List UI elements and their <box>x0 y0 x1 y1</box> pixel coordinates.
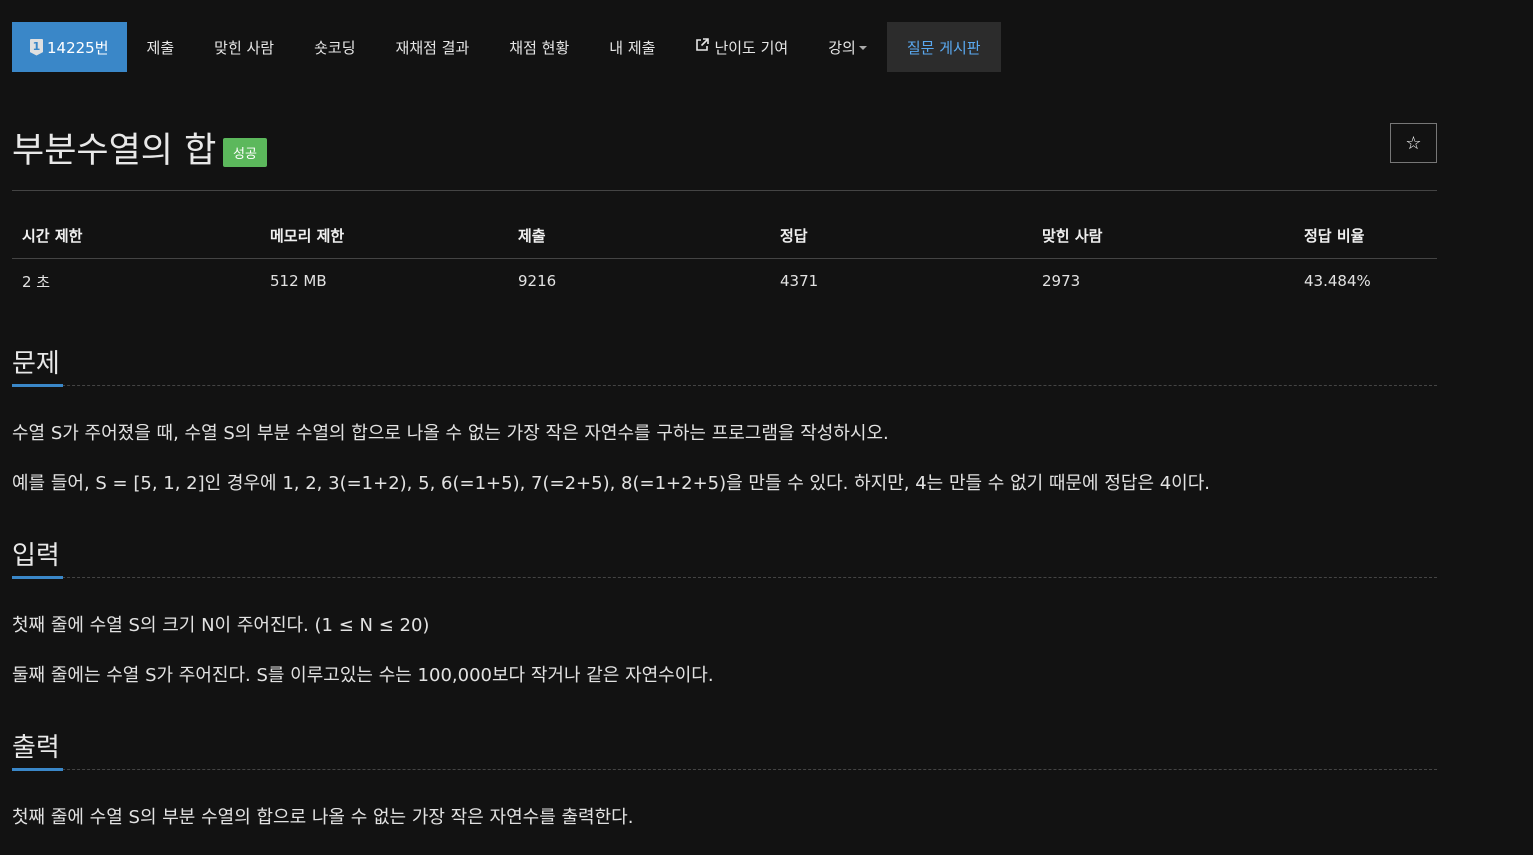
page: 1 14225번 제출 맞힌 사람 숏코딩 재채점 결과 채점 현황 내 제출 … <box>0 0 1533 855</box>
nav-question-board[interactable]: 질문 게시판 <box>886 22 1001 72</box>
caret-down-icon <box>858 46 867 50</box>
nav-solvers[interactable]: 맞힌 사람 <box>194 22 294 72</box>
info-header-row: 시간 제한 메모리 제한 제출 정답 맞힌 사람 정답 비율 <box>12 213 1437 259</box>
problem-nav: 1 14225번 제출 맞힌 사람 숏코딩 재채점 결과 채점 현황 내 제출 … <box>12 22 1001 72</box>
star-icon: ☆ <box>1405 132 1422 154</box>
problem-header: 부분수열의 합 성공 ☆ <box>12 118 1437 191</box>
section-input: 입력 첫째 줄에 수열 S의 크기 N이 주어진다. (1 ≤ N ≤ 20) … <box>12 535 1437 690</box>
header-submissions: 제출 <box>508 213 770 259</box>
description-paragraph: 예를 들어, S = [5, 1, 2]인 경우에 1, 2, 3(=1+2),… <box>12 473 1211 494</box>
input-paragraph: 둘째 줄에는 수열 S가 주어진다. S를 이루고있는 수는 100,000보다… <box>12 665 714 686</box>
section-title: 출력 <box>12 733 60 763</box>
section-underline <box>12 384 63 387</box>
header-memory-limit: 메모리 제한 <box>260 213 508 259</box>
description-paragraph: 수열 S가 주어졌을 때, 수열 S의 부분 수열의 합으로 나올 수 없는 가… <box>12 423 889 444</box>
nav-my-submissions[interactable]: 내 제출 <box>589 22 675 72</box>
external-link-icon <box>695 38 710 56</box>
value-memory-limit: 512 MB <box>270 272 327 290</box>
section-description: 문제 수열 S가 주어졌을 때, 수열 S의 부분 수열의 합으로 나올 수 없… <box>12 343 1437 498</box>
nav-rejudge-results[interactable]: 재채점 결과 <box>376 22 490 72</box>
nav-short-coding[interactable]: 숏코딩 <box>294 22 375 72</box>
header-solvers: 맞힌 사람 <box>1032 213 1294 259</box>
section-title: 입력 <box>12 541 60 571</box>
favorite-star-button[interactable]: ☆ <box>1390 123 1437 163</box>
tier-badge-icon: 1 <box>30 38 43 56</box>
nav-lecture-label: 강의 <box>828 38 856 57</box>
output-paragraph: 첫째 줄에 수열 S의 부분 수열의 합으로 나올 수 없는 가장 작은 자연수… <box>12 807 634 828</box>
value-accept-ratio: 43.484% <box>1304 272 1371 290</box>
nav-difficulty-contribution[interactable]: 난이도 기여 <box>675 22 808 72</box>
header-time-limit: 시간 제한 <box>12 213 260 259</box>
value-accepted: 4371 <box>780 272 819 290</box>
info-value-row: 2 초 512 MB 9216 4371 2973 43.484% <box>12 259 1437 304</box>
header-accepted: 정답 <box>770 213 1032 259</box>
input-paragraph: 첫째 줄에 수열 S의 크기 N이 주어진다. (1 ≤ N ≤ 20) <box>12 615 430 636</box>
value-submissions: 9216 <box>518 272 557 290</box>
problem-info-table: 시간 제한 메모리 제한 제출 정답 맞힌 사람 정답 비율 2 초 512 M… <box>12 213 1437 303</box>
status-badge: 성공 <box>223 138 267 167</box>
header-accept-ratio: 정답 비율 <box>1294 213 1437 259</box>
nav-difficulty-label: 난이도 기여 <box>714 38 789 57</box>
section-output: 출력 첫째 줄에 수열 S의 부분 수열의 합으로 나올 수 없는 가장 작은 … <box>12 727 1437 832</box>
section-header: 문제 <box>12 343 1437 387</box>
section-underline <box>12 768 63 771</box>
nav-submit[interactable]: 제출 <box>127 22 195 72</box>
section-header: 입력 <box>12 535 1437 579</box>
problem-title: 부분수열의 합 <box>12 131 217 171</box>
value-time-limit: 2 초 <box>22 272 51 291</box>
value-solvers: 2973 <box>1042 272 1081 290</box>
nav-problem-number[interactable]: 1 14225번 <box>12 22 127 72</box>
nav-judge-status[interactable]: 채점 현황 <box>489 22 589 72</box>
section-header: 출력 <box>12 727 1437 771</box>
nav-lecture-dropdown[interactable]: 강의 <box>808 22 887 72</box>
problem-number-label: 14225번 <box>47 38 109 57</box>
section-title: 문제 <box>12 349 60 379</box>
section-underline <box>12 576 63 579</box>
